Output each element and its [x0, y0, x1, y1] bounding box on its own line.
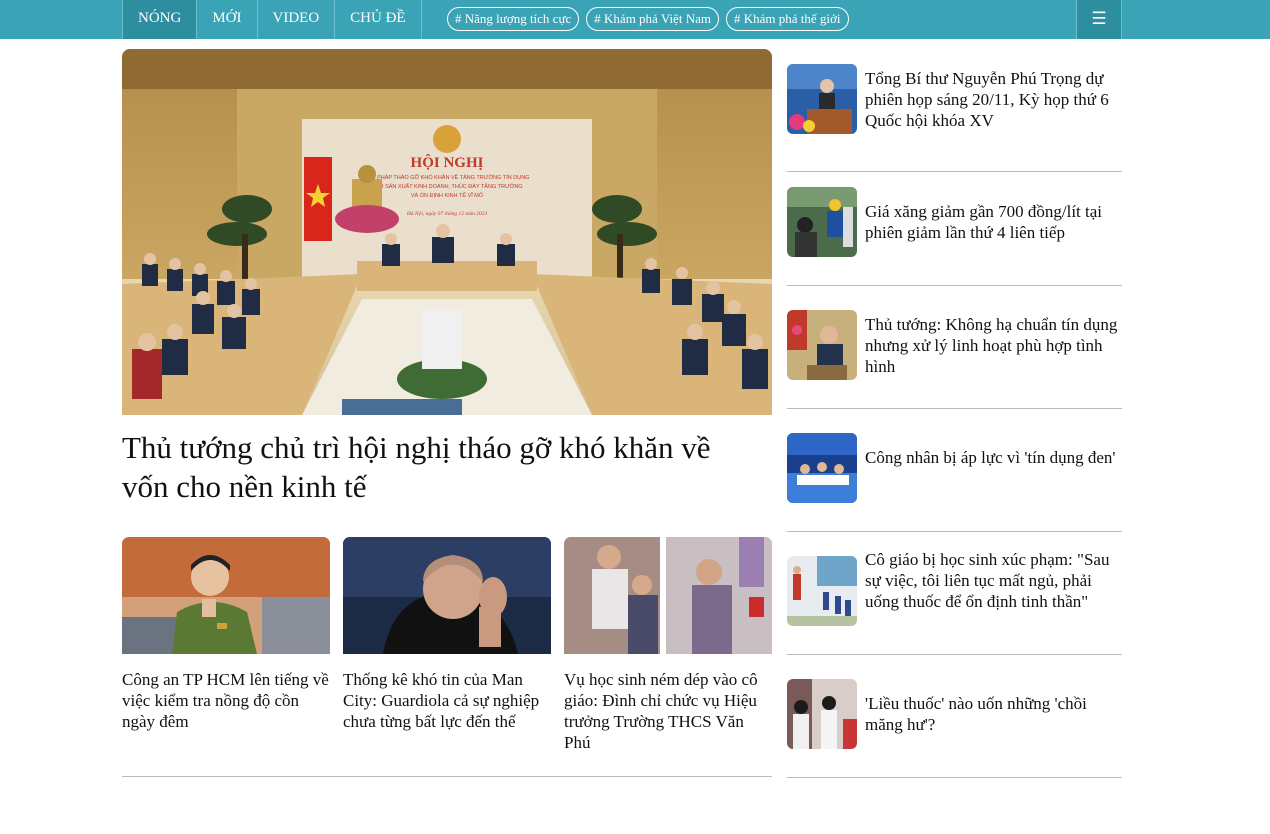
side-article-title[interactable]: Giá xăng giảm gần 700 đồng/lít tại phiên…	[865, 201, 1122, 243]
tag-explore-world[interactable]: # Khám phá thế giới	[725, 7, 849, 31]
nav-video[interactable]: VIDEO	[256, 0, 335, 39]
side-thumbnail[interactable]	[787, 310, 857, 380]
divider	[122, 776, 772, 777]
tag-positive-energy[interactable]: # Năng lượng tích cực	[447, 7, 580, 31]
banner-line-3: VÀ ỔN ĐỊNH KINH TẾ VĨ MÔ	[411, 192, 484, 199]
side-article[interactable]: Công nhân bị áp lực vì 'tín dụng đen'	[787, 409, 1122, 532]
side-thumbnail[interactable]	[787, 679, 857, 749]
side-article[interactable]: Cô giáo bị học sinh xúc phạm: "Sau sự vi…	[787, 532, 1122, 655]
banner-heading: HỘI NGHỊ	[411, 154, 484, 171]
article-title[interactable]: Công an TP HCM lên tiếng về việc kiểm tr…	[122, 669, 330, 732]
side-article[interactable]: Tổng Bí thư Nguyễn Phú Trọng dự phiên họ…	[787, 49, 1122, 172]
schoolyard-photo	[787, 556, 857, 626]
prime-minister-photo	[787, 310, 857, 380]
side-thumbnail[interactable]	[787, 187, 857, 257]
article-card[interactable]: Vụ học sinh ném dép vào cô giáo: Đình ch…	[564, 537, 772, 753]
article-title[interactable]: Thống kê khó tin của Man City: Guardiola…	[343, 669, 551, 732]
side-article-title[interactable]: Công nhân bị áp lực vì 'tín dụng đen'	[865, 447, 1122, 468]
side-thumbnail[interactable]	[787, 64, 857, 134]
side-article-title[interactable]: 'Liều thuốc' nào uốn những 'chồi măng hư…	[865, 693, 1122, 735]
workers-conference-photo	[787, 433, 857, 503]
gas-station-photo	[787, 187, 857, 257]
tag-explore-vietnam[interactable]: # Khám phá Việt Nam	[586, 7, 719, 31]
side-thumbnail[interactable]	[787, 556, 857, 626]
side-thumbnail[interactable]	[787, 433, 857, 503]
article-thumbnail[interactable]	[343, 537, 551, 654]
article-card[interactable]: Thống kê khó tin của Man City: Guardiola…	[343, 537, 551, 732]
classroom-photo	[564, 537, 772, 654]
top-nav-bar: NÓNG MỚI VIDEO CHỦ ĐỀ # Năng lượng tích …	[0, 0, 1270, 39]
article-card[interactable]: Công an TP HCM lên tiếng về việc kiểm tr…	[122, 537, 330, 732]
hashtag-list: # Năng lượng tích cực # Khám phá Việt Na…	[447, 7, 849, 31]
banner-line-2: CHO SẢN XUẤT KINH DOANH, THÚC ĐẨY TĂNG T…	[371, 183, 522, 190]
article-thumbnail[interactable]	[122, 537, 330, 654]
side-article-title[interactable]: Cô giáo bị học sinh xúc phạm: "Sau sự vi…	[865, 549, 1122, 612]
nav-topics[interactable]: CHỦ ĐỀ	[334, 0, 422, 39]
police-officer-photo	[122, 537, 330, 654]
hero-headline[interactable]: Thủ tướng chủ trì hội nghị tháo gỡ khó k…	[122, 428, 762, 506]
side-article[interactable]: Giá xăng giảm gần 700 đồng/lít tại phiên…	[787, 163, 1122, 286]
banner-line-1: GIẢI PHÁP THÁO GỠ KHÓ KHĂN VỀ TĂNG TRƯỞN…	[365, 174, 530, 181]
side-article[interactable]: Thủ tướng: Không hạ chuẩn tín dụng nhưng…	[787, 286, 1122, 409]
main-nav: NÓNG MỚI VIDEO CHỦ ĐỀ	[122, 0, 422, 39]
divider	[787, 777, 1122, 778]
article-title[interactable]: Vụ học sinh ném dép vào cô giáo: Đình ch…	[564, 669, 772, 753]
side-article[interactable]: 'Liều thuốc' nào uốn những 'chồi măng hư…	[787, 655, 1122, 778]
guardiola-photo	[343, 537, 551, 654]
hero-image[interactable]: HỘI NGHỊ GIẢI PHÁP THÁO GỠ KHÓ KHĂN VỀ T…	[122, 49, 772, 415]
article-thumbnail[interactable]	[564, 537, 772, 654]
nav-new[interactable]: MỚI	[196, 0, 256, 39]
side-article-title[interactable]: Tổng Bí thư Nguyễn Phú Trọng dự phiên họ…	[865, 68, 1122, 131]
hamburger-menu-icon[interactable]: ☰	[1076, 0, 1122, 39]
nav-hot[interactable]: NÓNG	[122, 0, 197, 39]
conference-room-illustration: HỘI NGHỊ GIẢI PHÁP THÁO GỠ KHÓ KHĂN VỀ T…	[122, 49, 772, 415]
students-photo	[787, 679, 857, 749]
party-leader-photo	[787, 64, 857, 134]
banner-date: Hà Nội, ngày 07 tháng 12 năm 2023	[406, 211, 488, 217]
side-article-title[interactable]: Thủ tướng: Không hạ chuẩn tín dụng nhưng…	[865, 314, 1122, 377]
